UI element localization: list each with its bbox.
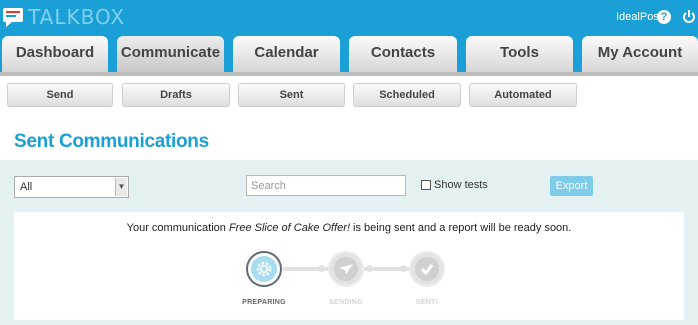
tab-calendar[interactable]: Calendar: [233, 36, 340, 72]
tab-communicate[interactable]: Communicate: [117, 36, 224, 72]
chevron-down-icon[interactable]: ▼: [115, 178, 127, 196]
filter-select[interactable]: All ▼: [14, 176, 129, 198]
step-sent: [409, 251, 445, 287]
step-label-sent: SENT!: [415, 299, 439, 306]
tab-my-account[interactable]: My Account: [582, 36, 698, 72]
step-label-preparing: PREPARING: [242, 299, 286, 306]
filter-select-value: All: [20, 181, 33, 193]
show-tests-label[interactable]: Show tests: [434, 179, 488, 191]
tab-tools[interactable]: Tools: [466, 36, 573, 72]
step-label-sending: SENDING: [329, 299, 363, 306]
communication-name: Free Slice of Cake Offer!: [228, 222, 350, 234]
step-preparing: [246, 251, 282, 287]
progress-dot: [400, 265, 407, 272]
main-nav: Dashboard Communicate Calendar Contacts …: [0, 36, 698, 76]
checkmark-icon: [415, 257, 439, 281]
progress-dot: [318, 265, 325, 272]
speech-bubble-logo-icon: [2, 6, 24, 28]
gear-icon: [251, 256, 277, 282]
progress-dot: [366, 265, 373, 272]
export-button[interactable]: Export: [550, 176, 593, 196]
show-tests-checkbox[interactable]: [421, 180, 431, 190]
help-icon[interactable]: ?: [657, 10, 671, 24]
nav-divider: [0, 72, 698, 76]
top-bar: TALKBOX IdealPos ?: [0, 0, 698, 36]
search-input[interactable]: [246, 175, 406, 196]
user-name[interactable]: IdealPos: [616, 11, 659, 23]
step-sending: [328, 251, 364, 287]
subtab-sent[interactable]: Sent: [238, 83, 345, 107]
subtab-drafts[interactable]: Drafts: [122, 83, 230, 107]
paper-plane-icon: [334, 257, 358, 281]
message-suffix: is being sent and a report will be ready…: [350, 222, 572, 234]
subtab-automated[interactable]: Automated: [469, 83, 577, 107]
message-prefix: Your communication: [126, 222, 229, 234]
power-icon[interactable]: [682, 9, 696, 25]
brand-name: TALKBOX: [28, 5, 126, 29]
talkbox-logo[interactable]: TALKBOX: [2, 5, 126, 29]
subtab-send[interactable]: Send: [7, 83, 113, 107]
page-title: Sent Communications: [14, 131, 209, 152]
tab-dashboard[interactable]: Dashboard: [2, 36, 108, 72]
status-message: Your communication Free Slice of Cake Of…: [14, 222, 684, 234]
subtab-scheduled[interactable]: Scheduled: [353, 83, 461, 107]
tab-contacts[interactable]: Contacts: [349, 36, 457, 72]
